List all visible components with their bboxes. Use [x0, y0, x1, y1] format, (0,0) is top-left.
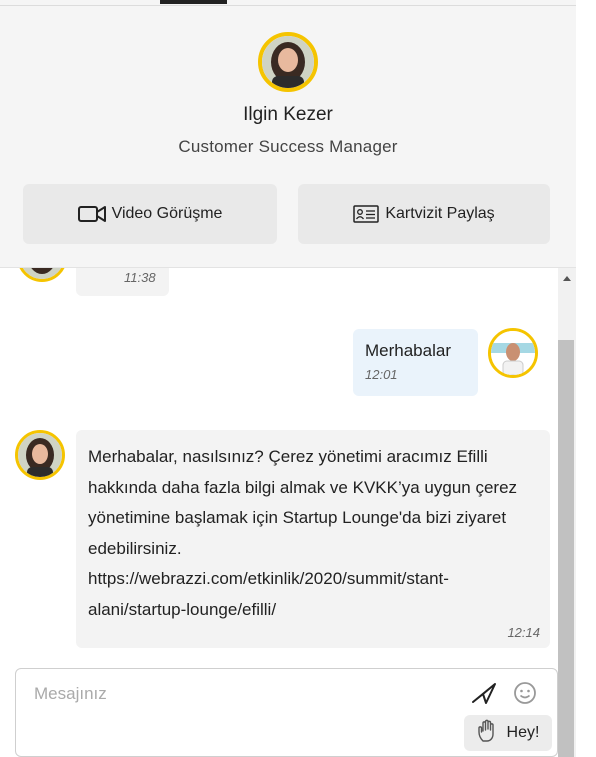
agent-avatar-small — [15, 430, 65, 480]
share-contact-card-button[interactable]: Kartvizit Paylaş — [298, 184, 550, 244]
agent-job-title: Customer Success Manager — [178, 137, 398, 156]
send-icon — [471, 683, 497, 709]
message-bubble-outgoing: Merhabalar 12:01 — [353, 329, 478, 396]
hey-quick-reply-label: Hey! — [506, 724, 540, 741]
emoji-button[interactable] — [513, 681, 539, 707]
video-call-label: Video Görüşme — [111, 205, 223, 222]
hey-quick-reply-button[interactable]: Hey! — [464, 715, 552, 751]
wave-hand-icon — [477, 719, 499, 748]
user-avatar — [488, 328, 538, 378]
share-contact-card-label: Kartvizit Paylaş — [385, 205, 495, 222]
chat-message-list[interactable]: 11:38 Merhabalar 12:01 Merhabalar, nasıl… — [0, 268, 558, 668]
message-composer: Hey! — [15, 668, 558, 757]
agent-avatar-small — [17, 268, 67, 282]
message-bubble-incoming: Merhabalar, nasılsınız? Çerez yönetimi a… — [76, 430, 550, 648]
top-divider — [0, 5, 576, 6]
message-time: 12:14 — [507, 625, 540, 640]
contact-card-icon — [353, 205, 380, 223]
active-tab-indicator — [160, 0, 227, 4]
scroll-up-arrow-icon[interactable] — [563, 276, 571, 281]
message-text: Merhabalar, nasılsınız? Çerez yönetimi a… — [88, 447, 518, 619]
emoji-icon — [513, 682, 537, 709]
agent-name: Ilgin Kezer — [243, 104, 333, 125]
agent-profile-panel: Ilgin Kezer Customer Success Manager Vid… — [0, 0, 576, 268]
video-call-button[interactable]: Video Görüşme — [23, 184, 277, 244]
message-time: 12:01 — [365, 367, 398, 382]
agent-avatar — [258, 32, 318, 92]
send-button[interactable] — [471, 681, 499, 707]
message-input[interactable] — [34, 681, 454, 707]
message-bubble-incoming: 11:38 — [76, 268, 169, 296]
chat-scrollbar[interactable] — [558, 268, 576, 757]
video-camera-icon — [77, 204, 106, 224]
message-text: Merhabalar — [365, 341, 451, 360]
message-time: 11:38 — [124, 270, 156, 285]
scrollbar-thumb[interactable] — [558, 340, 574, 757]
